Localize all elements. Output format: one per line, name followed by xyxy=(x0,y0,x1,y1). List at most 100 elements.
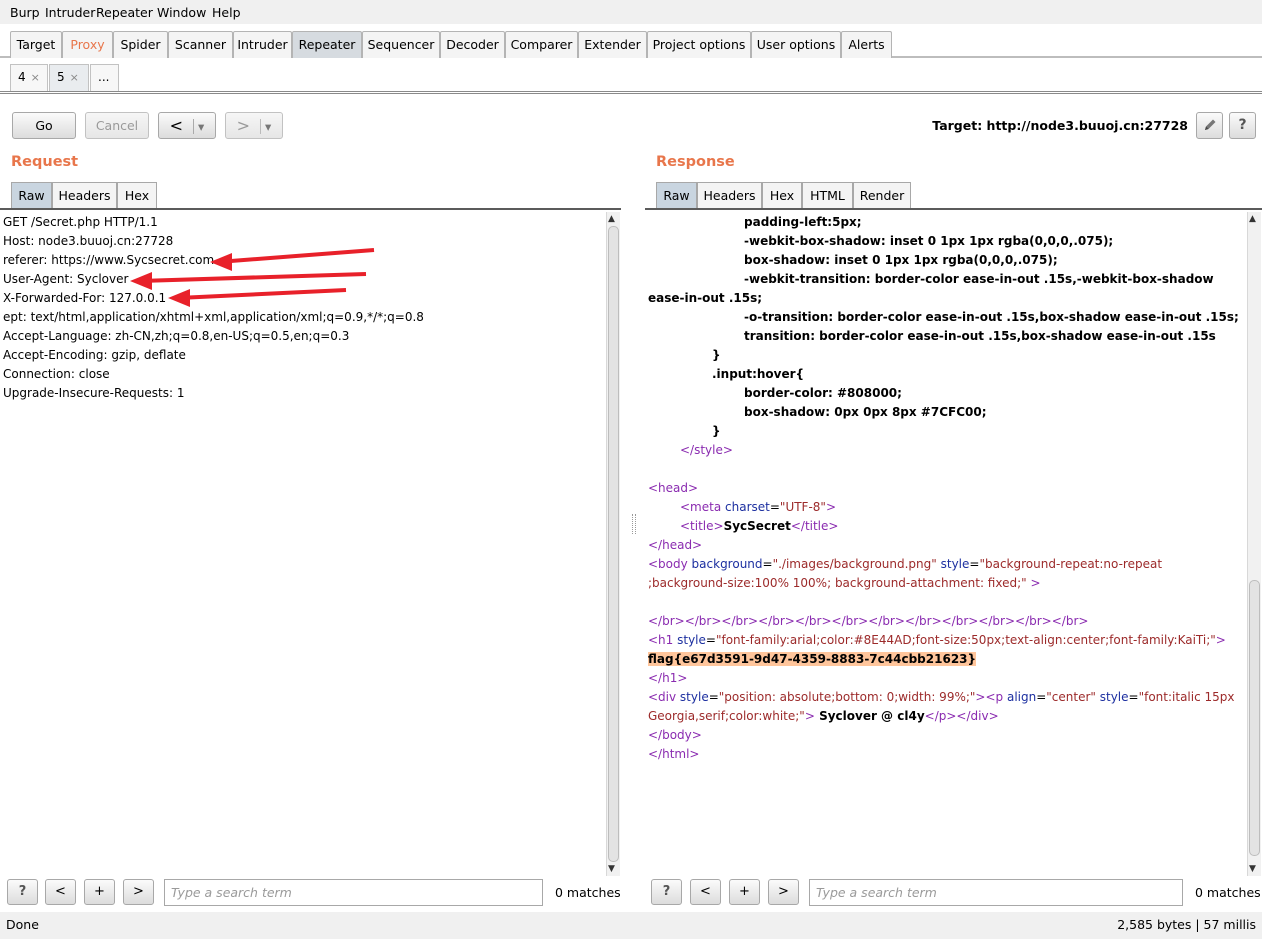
response-line: box-shadow: inset 0 1px 1px rgba(0,0,0,.… xyxy=(744,253,1058,267)
request-line: Connection: close xyxy=(3,367,110,381)
repeater-tab-new[interactable]: ... xyxy=(90,64,119,91)
response-line: flag{e67d3591-9d47-4359-8883-7c44cbb2162… xyxy=(648,652,977,666)
request-tab-headers[interactable]: Headers xyxy=(52,182,117,209)
request-tab-hex[interactable]: Hex xyxy=(117,182,157,209)
html-tag: > xyxy=(1026,576,1041,590)
repeater-tab-5[interactable]: 5 × xyxy=(49,64,89,91)
response-editor[interactable]: padding-left:5px; -webkit-box-shadow: in… xyxy=(645,208,1262,876)
html-value: "position: absolute;bottom: 0;width: 99%… xyxy=(718,690,976,704)
menu-intruder[interactable]: Intruder xyxy=(45,5,95,20)
target-label: Target: http://node3.buuoj.cn:27728 xyxy=(932,118,1188,133)
response-tab-headers[interactable]: Headers xyxy=(697,182,762,209)
response-line: <body background="./images/background.pn… xyxy=(648,557,1162,571)
html-value: "font:italic 15px xyxy=(1138,690,1235,704)
tab-user-options[interactable]: User options xyxy=(751,31,841,58)
repeater-tab-5-label: 5 xyxy=(57,70,65,84)
tab-extender[interactable]: Extender xyxy=(578,31,647,58)
request-search-prev-button[interactable]: < xyxy=(45,879,76,905)
tab-project-options[interactable]: Project options xyxy=(647,31,751,58)
help-icon: ? xyxy=(1238,117,1247,133)
pencil-icon xyxy=(1204,119,1215,130)
request-line: X-Forwarded-For: 127.0.0.1 xyxy=(3,291,167,305)
html-attr: style xyxy=(676,690,709,704)
repeater-tab-4-label: 4 xyxy=(18,70,26,84)
request-line: ept: text/html,application/xhtml+xml,app… xyxy=(3,310,424,324)
response-search-prev-button[interactable]: < xyxy=(690,879,721,905)
tab-scanner[interactable]: Scanner xyxy=(168,31,233,58)
request-tab-raw[interactable]: Raw xyxy=(11,182,52,209)
status-text: Done xyxy=(6,917,39,932)
request-search-add-button[interactable]: + xyxy=(84,879,115,905)
response-line: Georgia,serif;color:white;"> Syclover @ … xyxy=(648,709,999,723)
response-search-next-button[interactable]: > xyxy=(768,879,799,905)
html-tag: <p xyxy=(985,690,1004,704)
response-scrollbar[interactable]: ▲ ▼ xyxy=(1247,212,1261,876)
menu-burp[interactable]: Burp xyxy=(10,5,40,20)
request-editor[interactable]: GET /Secret.php HTTP/1.1 Host: node3.buu… xyxy=(0,208,621,876)
response-search-input[interactable]: Type a search term xyxy=(809,879,1183,906)
tab-repeater[interactable]: Repeater xyxy=(292,31,362,58)
response-line: </br></br></br></br></br></br></br></br>… xyxy=(648,614,1089,628)
request-search-help-button[interactable]: ? xyxy=(7,879,38,905)
request-search-matches: 0 matches xyxy=(555,885,621,900)
html-eq: = xyxy=(1036,690,1047,704)
html-value: "background-repeat:no-repeat xyxy=(979,557,1163,571)
tab-target[interactable]: Target xyxy=(10,31,62,58)
scroll-down-icon[interactable]: ▼ xyxy=(1249,864,1256,874)
html-tag: > xyxy=(804,709,815,723)
edit-target-button[interactable] xyxy=(1196,112,1223,139)
menu-help[interactable]: Help xyxy=(212,5,241,20)
close-icon[interactable]: × xyxy=(31,71,40,84)
tab-spider[interactable]: Spider xyxy=(113,31,168,58)
request-scrollbar[interactable]: ▲ ▼ xyxy=(606,212,620,876)
response-line: padding-left:5px; xyxy=(744,215,862,229)
scroll-up-icon[interactable]: ▲ xyxy=(608,214,615,224)
response-tab-render[interactable]: Render xyxy=(853,182,911,209)
response-line: border-color: #808000; xyxy=(744,386,902,400)
scroll-down-icon[interactable]: ▼ xyxy=(608,864,615,874)
scroll-up-icon[interactable]: ▲ xyxy=(1249,214,1256,224)
tab-alerts[interactable]: Alerts xyxy=(841,31,892,58)
request-line: User-Agent: Syclover xyxy=(3,272,129,286)
request-search-next-button[interactable]: > xyxy=(123,879,154,905)
menu-repeater[interactable]: Repeater xyxy=(96,5,153,20)
request-line: Accept-Language: zh-CN,zh;q=0.8,en-US;q=… xyxy=(3,329,350,343)
tab-sequencer[interactable]: Sequencer xyxy=(362,31,440,58)
request-line: Upgrade-Insecure-Requests: 1 xyxy=(3,386,185,400)
tab-proxy[interactable]: Proxy xyxy=(62,31,113,58)
close-icon[interactable]: × xyxy=(70,71,79,84)
response-line: -webkit-transition: border-color ease-in… xyxy=(744,272,1214,286)
response-scroll-thumb[interactable] xyxy=(1249,580,1260,856)
html-text: SycSecret xyxy=(723,519,791,533)
back-button[interactable]: < ▾ xyxy=(158,112,216,139)
response-tab-hex[interactable]: Hex xyxy=(762,182,802,209)
response-search-add-button[interactable]: + xyxy=(729,879,760,905)
flag-text: flag{e67d3591-9d47-4359-8883-7c44cbb2162… xyxy=(648,652,977,666)
response-line: <meta charset="UTF-8"> xyxy=(680,500,836,514)
response-line: </html> xyxy=(648,747,700,761)
html-tag: </title> xyxy=(790,519,839,533)
tab-comparer[interactable]: Comparer xyxy=(505,31,578,58)
request-scroll-thumb[interactable] xyxy=(608,226,619,862)
tab-decoder[interactable]: Decoder xyxy=(440,31,505,58)
dropdown-icon[interactable]: ▾ xyxy=(193,119,205,134)
split-divider[interactable] xyxy=(631,142,637,912)
go-button[interactable]: Go xyxy=(12,112,76,139)
menu-bar: Burp Intruder Repeater Window Help xyxy=(0,0,1262,24)
html-text: Syclover @ cl4y xyxy=(814,709,925,723)
response-line: </head> xyxy=(648,538,703,552)
help-button[interactable]: ? xyxy=(1229,112,1256,139)
repeater-tab-4[interactable]: 4 × xyxy=(10,64,48,91)
response-tab-html[interactable]: HTML xyxy=(802,182,853,209)
menu-window[interactable]: Window xyxy=(157,5,206,20)
html-attr: style xyxy=(1095,690,1129,704)
response-line: } xyxy=(712,424,721,438)
response-search-help-button[interactable]: ? xyxy=(651,879,682,905)
html-value: "./images/background.png" xyxy=(772,557,937,571)
response-tab-raw[interactable]: Raw xyxy=(656,182,697,209)
request-search-input[interactable]: Type a search term xyxy=(164,879,543,906)
response-line: </h1> xyxy=(648,671,688,685)
grip-icon xyxy=(632,514,636,534)
tab-intruder[interactable]: Intruder xyxy=(233,31,292,58)
html-value: "UTF-8" xyxy=(779,500,826,514)
